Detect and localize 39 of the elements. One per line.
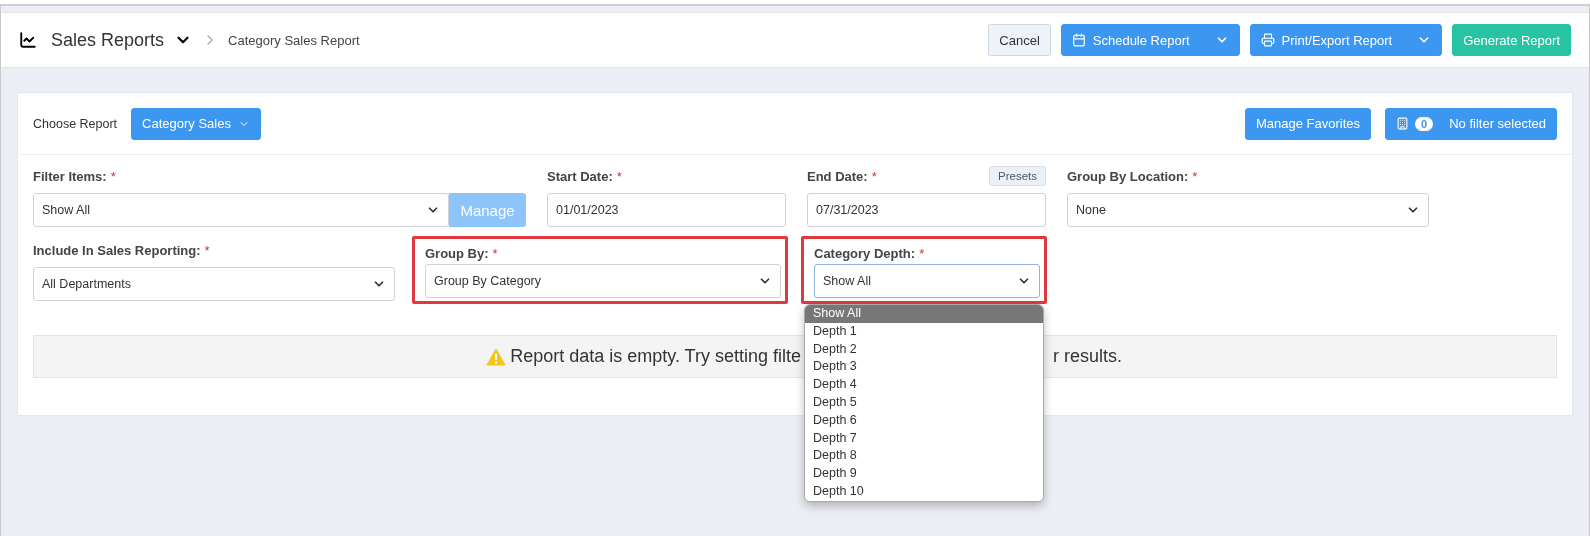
printer-icon <box>1260 33 1275 47</box>
required-mark: * <box>492 245 498 261</box>
dropdown-option[interactable]: Depth 9 <box>805 465 1043 483</box>
warning-icon <box>486 347 507 366</box>
presets-button[interactable]: Presets <box>989 166 1046 186</box>
field-label: Start Date: <box>547 168 613 184</box>
page-title: Sales Reports <box>51 29 165 51</box>
chart-icon <box>19 31 37 49</box>
required-mark: * <box>204 242 210 258</box>
field-label: Filter Items: <box>33 168 107 184</box>
date-field[interactable]: 07/31/2023 <box>807 193 1046 227</box>
header-button[interactable]: Cancel <box>988 24 1051 56</box>
breadcrumb-item: Category Sales Report <box>228 32 360 48</box>
dropdown-option[interactable]: Depth 3 <box>805 358 1043 377</box>
required-mark: * <box>1192 168 1198 184</box>
calendar-icon <box>1071 33 1086 47</box>
select-field[interactable]: None <box>1067 193 1429 227</box>
select-field[interactable]: Show All <box>814 264 1040 298</box>
required-mark: * <box>871 168 877 184</box>
building-icon <box>1396 117 1410 130</box>
filter-count: 0 <box>1415 116 1434 131</box>
choose-report-label: Choose Report <box>33 116 118 131</box>
field-label: End Date: <box>807 168 868 184</box>
field-label: Category Depth: <box>814 245 916 261</box>
select-field[interactable]: All Departments <box>33 267 395 301</box>
select-field[interactable]: Group By Category <box>425 264 781 298</box>
dropdown-option[interactable]: Depth 4 <box>805 376 1043 394</box>
empty-message: r results. <box>1053 346 1122 367</box>
required-mark: * <box>919 245 925 261</box>
required-mark: * <box>110 168 116 184</box>
field-label: Group By Location: <box>1067 168 1189 184</box>
field-label: Group By: <box>425 245 489 261</box>
required-mark: * <box>616 168 622 184</box>
date-field[interactable]: 01/01/2023 <box>547 193 786 227</box>
field-label: Include In Sales Reporting: <box>33 242 201 258</box>
dropdown-option[interactable]: Depth 8 <box>805 447 1043 466</box>
empty-message: Report data is empty. Try setting filte <box>510 346 801 367</box>
select-field[interactable]: Show All <box>33 193 449 227</box>
dropdown-option[interactable]: Show All <box>805 305 1043 323</box>
